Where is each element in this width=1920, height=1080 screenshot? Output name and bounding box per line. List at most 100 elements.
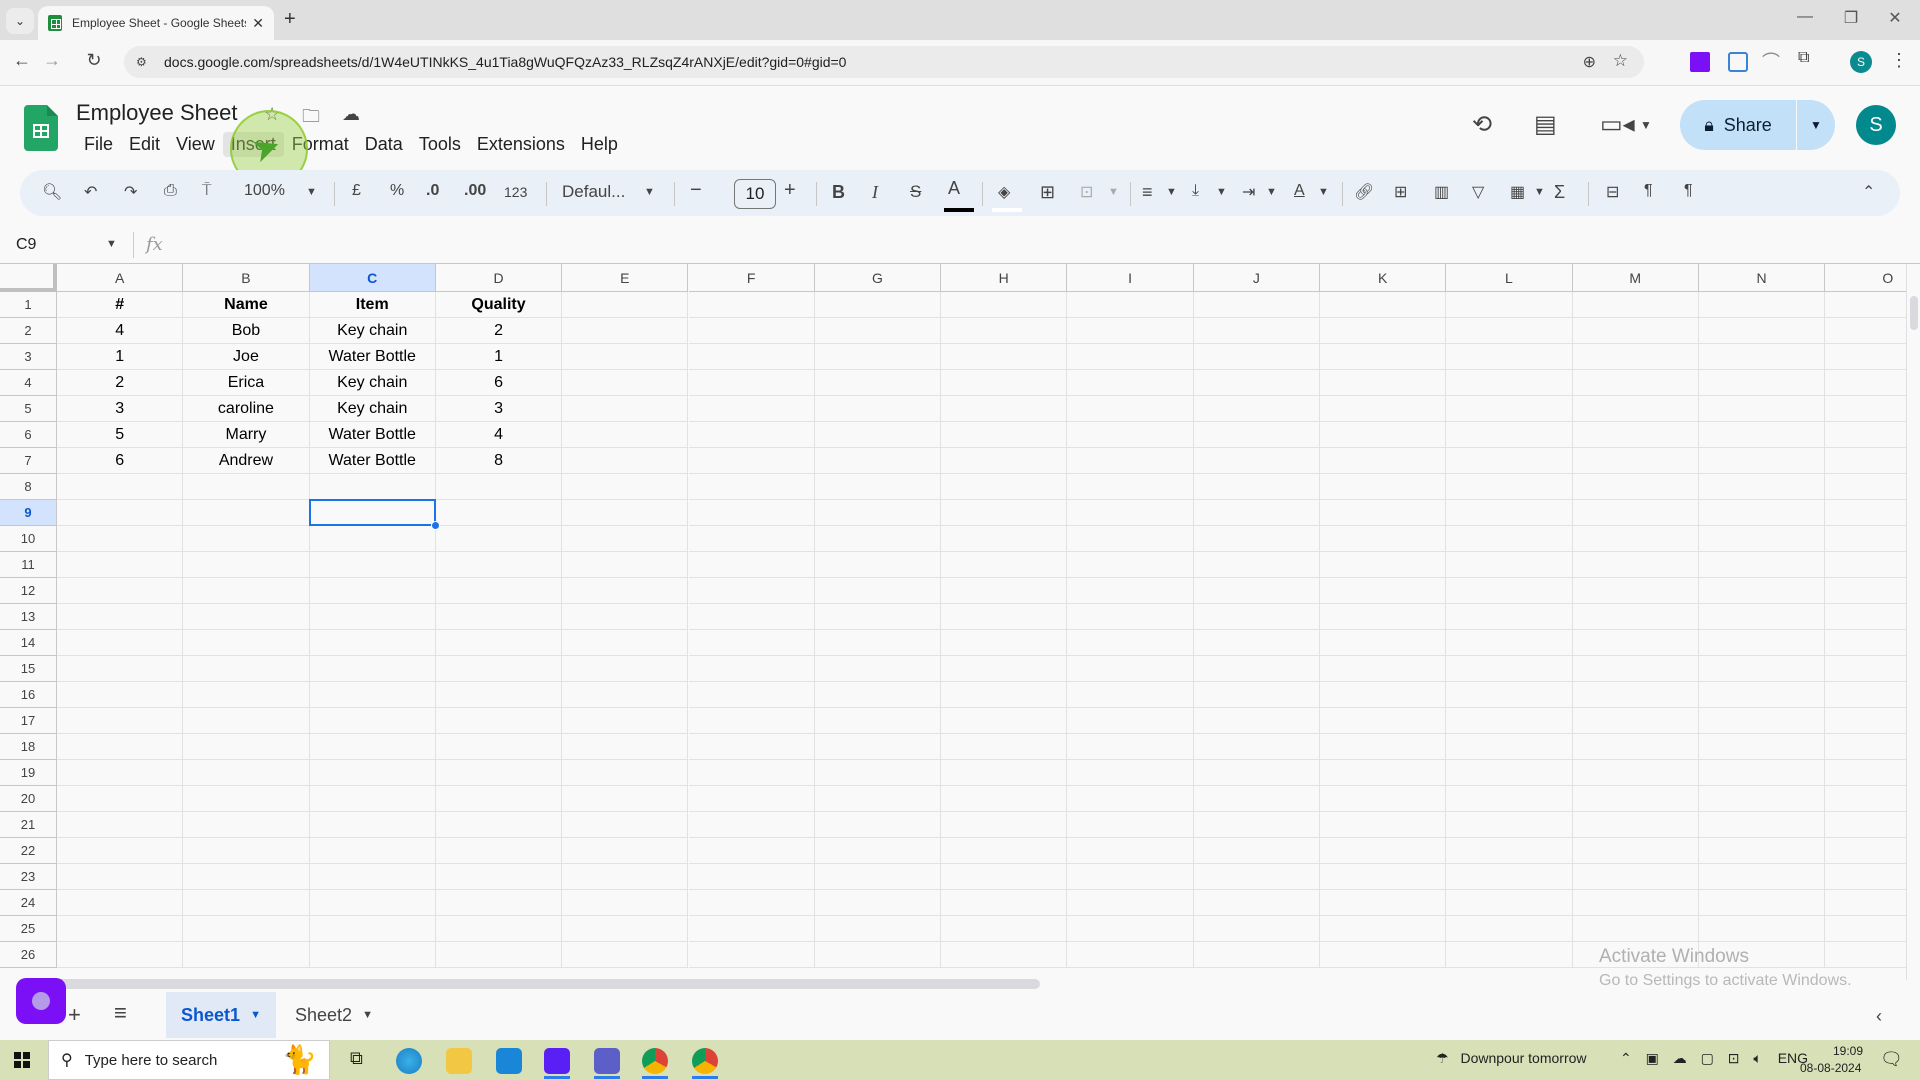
cell-a3[interactable]: 1 xyxy=(57,344,184,370)
cell-a15[interactable] xyxy=(57,656,184,682)
cell-n25[interactable] xyxy=(1698,916,1826,942)
version-history-icon[interactable]: ⟲ xyxy=(1472,110,1492,139)
collapse-toolbar-icon[interactable]: ⌃ xyxy=(1862,182,1875,202)
cell-j14[interactable] xyxy=(1193,630,1320,656)
cell-j13[interactable] xyxy=(1193,604,1320,630)
cell-f5[interactable] xyxy=(688,396,815,422)
cell-b21[interactable] xyxy=(183,812,310,838)
cell-j12[interactable] xyxy=(1193,578,1320,604)
cell-l21[interactable] xyxy=(1446,812,1573,838)
cell-m19[interactable] xyxy=(1572,760,1699,786)
cell-m22[interactable] xyxy=(1572,838,1699,864)
cell-e11[interactable] xyxy=(562,552,689,578)
cell-m23[interactable] xyxy=(1572,864,1699,890)
cell-i6[interactable] xyxy=(1067,422,1194,448)
cell-a22[interactable] xyxy=(57,838,184,864)
cell-o3[interactable] xyxy=(1825,344,1906,370)
bold-button[interactable]: B xyxy=(832,182,845,203)
cell-j7[interactable] xyxy=(1193,448,1320,474)
row-header-18[interactable]: 18 xyxy=(0,734,57,760)
column-header-a[interactable]: A xyxy=(57,264,184,292)
cell-d18[interactable] xyxy=(435,734,563,760)
cell-h12[interactable] xyxy=(941,578,1068,604)
name-box-dropdown-icon[interactable]: ▼ xyxy=(106,238,117,250)
cell-d13[interactable] xyxy=(435,604,563,630)
column-header-g[interactable]: G xyxy=(814,264,942,292)
cell-l3[interactable] xyxy=(1446,344,1573,370)
row-header-3[interactable]: 3 xyxy=(0,344,57,370)
cell-j17[interactable] xyxy=(1193,708,1320,734)
cell-f18[interactable] xyxy=(688,734,815,760)
cell-b22[interactable] xyxy=(183,838,310,864)
merge-cells-icon[interactable]: ⊡ xyxy=(1080,182,1093,202)
cell-g25[interactable] xyxy=(814,916,942,942)
cell-f10[interactable] xyxy=(688,526,815,552)
cell-l18[interactable] xyxy=(1446,734,1573,760)
cell-m5[interactable] xyxy=(1572,396,1699,422)
row-header-14[interactable]: 14 xyxy=(0,630,57,656)
extension-arc-icon[interactable]: ⌒ xyxy=(1762,48,1782,72)
cell-h22[interactable] xyxy=(941,838,1068,864)
cell-j1[interactable] xyxy=(1193,292,1320,318)
meet-now-icon[interactable]: ▢ xyxy=(1701,1050,1714,1066)
cell-n3[interactable] xyxy=(1698,344,1826,370)
cell-k4[interactable] xyxy=(1320,370,1447,396)
cell-f23[interactable] xyxy=(688,864,815,890)
cell-i1[interactable] xyxy=(1067,292,1194,318)
cell-e7[interactable] xyxy=(562,448,689,474)
row-header-20[interactable]: 20 xyxy=(0,786,57,812)
cell-f1[interactable] xyxy=(688,292,815,318)
cell-i9[interactable] xyxy=(1067,500,1194,526)
cell-k5[interactable] xyxy=(1320,396,1447,422)
column-header-c[interactable]: C xyxy=(309,264,436,292)
cell-o23[interactable] xyxy=(1825,864,1906,890)
tab-search-button[interactable]: ⌄ xyxy=(6,8,34,34)
cell-i22[interactable] xyxy=(1067,838,1194,864)
cell-h23[interactable] xyxy=(941,864,1068,890)
menu-tools[interactable]: Tools xyxy=(411,132,469,157)
cell-i7[interactable] xyxy=(1067,448,1194,474)
cell-a4[interactable]: 2 xyxy=(57,370,184,396)
new-tab-button[interactable]: + xyxy=(284,8,296,31)
close-tab-icon[interactable]: ✕ xyxy=(252,15,264,32)
cell-h15[interactable] xyxy=(941,656,1068,682)
cell-k7[interactable] xyxy=(1320,448,1447,474)
cell-g17[interactable] xyxy=(814,708,942,734)
add-sheet-button[interactable]: + xyxy=(68,1002,81,1028)
text-color-button[interactable]: A xyxy=(948,178,960,199)
cell-i21[interactable] xyxy=(1067,812,1194,838)
borders-icon[interactable]: ⊞ xyxy=(1040,182,1055,203)
cell-g23[interactable] xyxy=(814,864,942,890)
cell-c1[interactable]: Item xyxy=(309,292,436,318)
font-select[interactable]: Defaul... xyxy=(562,182,625,202)
insert-link-icon[interactable]: 🔗︎ xyxy=(1354,182,1374,202)
cell-d22[interactable] xyxy=(435,838,563,864)
cell-f17[interactable] xyxy=(688,708,815,734)
cell-c9[interactable] xyxy=(309,500,436,526)
row-header-15[interactable]: 15 xyxy=(0,656,57,682)
cell-o13[interactable] xyxy=(1825,604,1906,630)
chrome-profile-s-icon[interactable] xyxy=(692,1048,718,1074)
cell-g8[interactable] xyxy=(814,474,942,500)
cell-d9[interactable] xyxy=(435,500,563,526)
cell-f19[interactable] xyxy=(688,760,815,786)
cell-k3[interactable] xyxy=(1320,344,1447,370)
reload-icon[interactable]: ↻ xyxy=(82,50,106,71)
cell-e14[interactable] xyxy=(562,630,689,656)
cell-l6[interactable] xyxy=(1446,422,1573,448)
cell-d25[interactable] xyxy=(435,916,563,942)
cell-d17[interactable] xyxy=(435,708,563,734)
cell-b17[interactable] xyxy=(183,708,310,734)
cell-b26[interactable] xyxy=(183,942,310,968)
cell-o17[interactable] xyxy=(1825,708,1906,734)
cell-c16[interactable] xyxy=(309,682,436,708)
more-formats-button[interactable]: 123 xyxy=(504,184,527,200)
cell-e16[interactable] xyxy=(562,682,689,708)
cell-e19[interactable] xyxy=(562,760,689,786)
row-header-17[interactable]: 17 xyxy=(0,708,57,734)
chrome-profile-avatar[interactable]: S xyxy=(1850,51,1872,73)
sheet-tab-sheet2[interactable]: Sheet2 ▼ xyxy=(284,992,384,1038)
cell-l8[interactable] xyxy=(1446,474,1573,500)
cell-m17[interactable] xyxy=(1572,708,1699,734)
row-header-13[interactable]: 13 xyxy=(0,604,57,630)
